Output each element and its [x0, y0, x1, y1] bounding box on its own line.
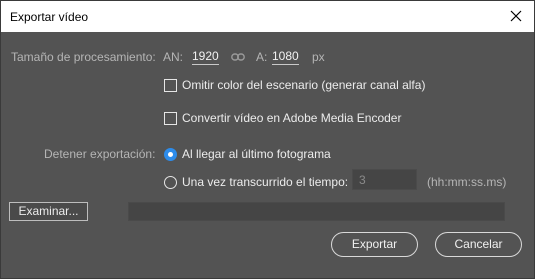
elapsed-time-input[interactable]: 3 [352, 169, 417, 190]
last-frame-label[interactable]: Al llegar al último fotograma [182, 147, 331, 161]
chain-link-icon[interactable] [231, 52, 245, 62]
window-title: Exportar vídeo [10, 10, 89, 24]
window-titlebar: Exportar vídeo [0, 0, 535, 32]
render-size-label: Tamaño de procesamiento: [11, 50, 156, 64]
omit-stage-color-checkbox[interactable] [164, 79, 177, 92]
height-input[interactable]: 1080 [272, 49, 299, 65]
output-path-field[interactable] [128, 202, 505, 221]
last-frame-radio[interactable] [164, 148, 177, 161]
stop-export-label: Detener exportación: [44, 147, 156, 161]
time-format-label: (hh:mm:ss.ms) [427, 175, 507, 189]
browse-button[interactable]: Examinar... [9, 202, 88, 221]
convert-ame-checkbox[interactable] [164, 112, 177, 125]
width-label: AN: [163, 50, 184, 64]
export-button[interactable]: Exportar [331, 232, 418, 257]
unit-label: px [312, 50, 325, 64]
cancel-button[interactable]: Cancelar [435, 232, 522, 257]
omit-stage-color-label[interactable]: Omitir color del escenario (generar cana… [182, 78, 425, 92]
elapsed-time-radio[interactable] [164, 176, 177, 189]
elapsed-time-label[interactable]: Una vez transcurrido el tiempo: [182, 175, 348, 189]
close-icon[interactable] [508, 8, 524, 24]
height-label: A: [256, 50, 268, 64]
convert-ame-label[interactable]: Convertir vídeo en Adobe Media Encoder [182, 111, 401, 125]
width-input[interactable]: 1920 [192, 49, 219, 65]
